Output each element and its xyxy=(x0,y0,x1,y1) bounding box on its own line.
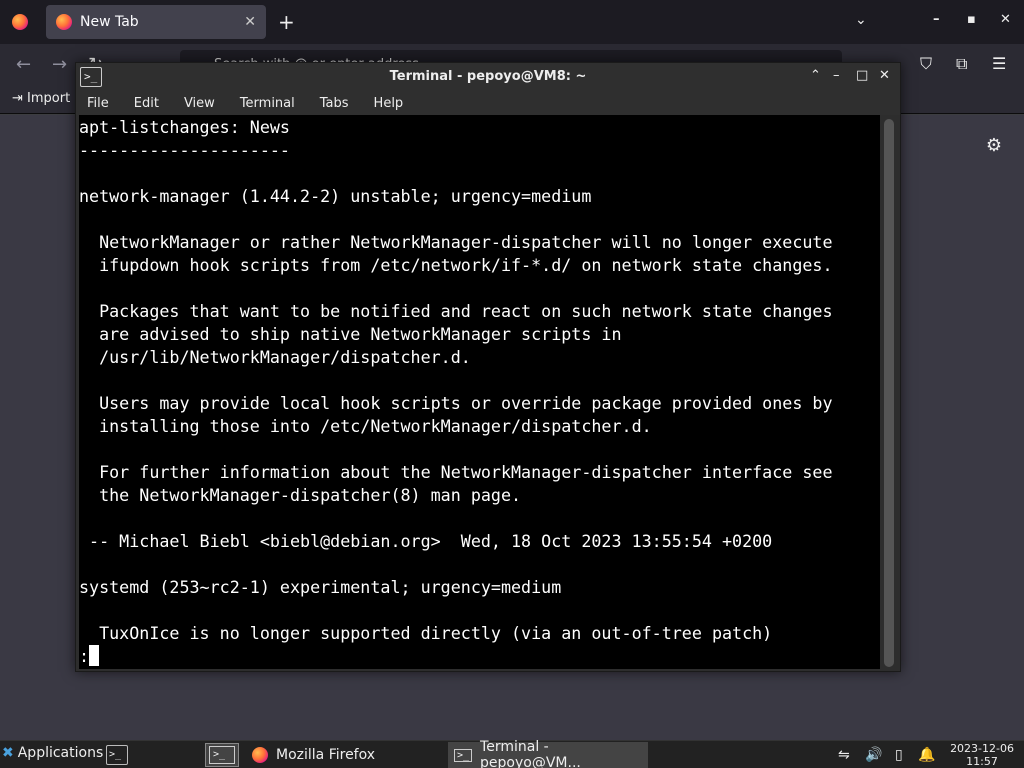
terminal-minimize-button[interactable]: – xyxy=(833,68,840,83)
terminal-menubar: File Edit View Terminal Tabs Help xyxy=(76,91,900,115)
terminal-maximize-button[interactable]: □ xyxy=(856,68,868,83)
menu-file[interactable]: File xyxy=(82,96,114,111)
xfce-icon: ✖ xyxy=(2,745,14,761)
terminal-line: --------------------- xyxy=(79,140,290,160)
terminal-title: Terminal - pepoyo@VM8: ~ xyxy=(389,69,587,84)
firefox-icon xyxy=(252,747,268,763)
terminal-line: Packages that want to be notified and re… xyxy=(79,301,833,321)
menu-tabs[interactable]: Tabs xyxy=(315,96,354,111)
tab-close-icon[interactable]: ✕ xyxy=(244,14,256,30)
terminal-output[interactable]: apt-listchanges: News -------------------… xyxy=(79,115,882,669)
back-button[interactable]: ← xyxy=(16,54,31,75)
menu-help[interactable]: Help xyxy=(369,96,409,111)
terminal-line: installing those into /etc/NetworkManage… xyxy=(79,416,652,436)
text-cursor xyxy=(89,645,100,666)
task-label: Mozilla Firefox xyxy=(276,747,376,763)
terminal-line: network-manager (1.44.2-2) unstable; urg… xyxy=(79,186,592,206)
network-icon[interactable]: ⇋ xyxy=(838,747,850,763)
scrollbar-thumb[interactable] xyxy=(884,119,894,667)
maximize-button[interactable]: ▪ xyxy=(967,12,976,27)
terminal-icon: >_ xyxy=(454,748,473,762)
import-bookmarks-button[interactable]: ⇥ Import xyxy=(12,91,70,106)
pager-prompt[interactable]: : xyxy=(79,645,882,668)
task-label: Terminal - pepoyo@VM... xyxy=(480,739,581,768)
menu-icon[interactable]: ☰ xyxy=(992,54,1006,73)
task-terminal[interactable]: >_ Terminal - pepoyo@VM... xyxy=(448,739,648,768)
firefox-tab-bar: New Tab ✕ + ⌄ – ▪ ✕ xyxy=(0,0,1024,44)
close-button[interactable]: ✕ xyxy=(1000,12,1011,27)
menu-terminal[interactable]: Terminal xyxy=(235,96,300,111)
taskbar: ✖ Applications >_ >_ Mozilla Firefox >_ … xyxy=(0,739,1024,768)
clock[interactable]: 2023-12-06 11:57 xyxy=(950,742,1014,768)
applications-menu[interactable]: ✖ Applications xyxy=(2,745,103,761)
new-tab-button[interactable]: + xyxy=(278,10,295,34)
battery-icon[interactable]: ▯ xyxy=(895,747,903,763)
terminal-window: >_ Terminal - pepoyo@VM8: ~ ⌃ – □ ✕ File… xyxy=(75,62,901,672)
volume-icon[interactable]: 🔊 xyxy=(865,747,882,763)
list-all-tabs-button[interactable]: ⌄ xyxy=(855,12,867,28)
clock-time: 11:57 xyxy=(966,755,998,768)
pager-prompt-text: : xyxy=(79,646,90,666)
extensions-icon[interactable]: ⧉ xyxy=(956,54,967,74)
terminal-line: For further information about the Networ… xyxy=(79,462,833,482)
workspace-terminal-icon: >_ xyxy=(209,746,235,764)
firefox-icon xyxy=(56,14,72,30)
pocket-icon[interactable]: ⛉ xyxy=(920,54,932,74)
terminal-titlebar[interactable]: >_ Terminal - pepoyo@VM8: ~ ⌃ – □ ✕ xyxy=(76,63,900,91)
firefox-icon xyxy=(12,14,28,30)
terminal-line: /usr/lib/NetworkManager/dispatcher.d. xyxy=(79,347,471,367)
terminal-line: NetworkManager or rather NetworkManager-… xyxy=(79,232,833,252)
forward-button[interactable]: → xyxy=(52,54,67,75)
import-bookmarks-label: Import xyxy=(27,91,71,106)
workspace-switcher[interactable]: >_ xyxy=(205,743,239,767)
clock-date: 2023-12-06 xyxy=(950,742,1014,755)
task-firefox[interactable]: Mozilla Firefox xyxy=(246,742,446,768)
terminal-line: the NetworkManager-dispatcher(8) man pag… xyxy=(79,485,522,505)
terminal-lines: apt-listchanges: News -------------------… xyxy=(79,115,882,668)
terminal-line: are advised to ship native NetworkManage… xyxy=(79,324,622,344)
terminal-launcher-icon[interactable]: >_ xyxy=(106,745,128,765)
tab-new-tab[interactable]: New Tab ✕ xyxy=(46,5,266,39)
terminal-line: -- Michael Biebl <biebl@debian.org> Wed,… xyxy=(79,531,773,551)
terminal-line: systemd (253~rc2-1) experimental; urgenc… xyxy=(79,577,562,597)
firefox-view-button[interactable] xyxy=(8,10,32,34)
terminal-close-button[interactable]: ✕ xyxy=(879,68,890,83)
terminal-line: Users may provide local hook scripts or … xyxy=(79,393,833,413)
minimize-button[interactable]: – xyxy=(933,12,940,27)
terminal-line: apt-listchanges: News xyxy=(79,117,290,137)
applications-label: Applications xyxy=(17,745,104,761)
tab-title: New Tab xyxy=(80,14,139,30)
menu-edit[interactable]: Edit xyxy=(129,96,164,111)
shade-button[interactable]: ⌃ xyxy=(810,68,821,83)
gear-icon[interactable]: ⚙ xyxy=(986,135,1002,156)
terminal-line: TuxOnIce is no longer supported directly… xyxy=(79,623,773,643)
notification-bell-icon[interactable]: 🔔 xyxy=(918,747,935,763)
terminal-line: ifupdown hook scripts from /etc/network/… xyxy=(79,255,833,275)
menu-view[interactable]: View xyxy=(179,96,220,111)
